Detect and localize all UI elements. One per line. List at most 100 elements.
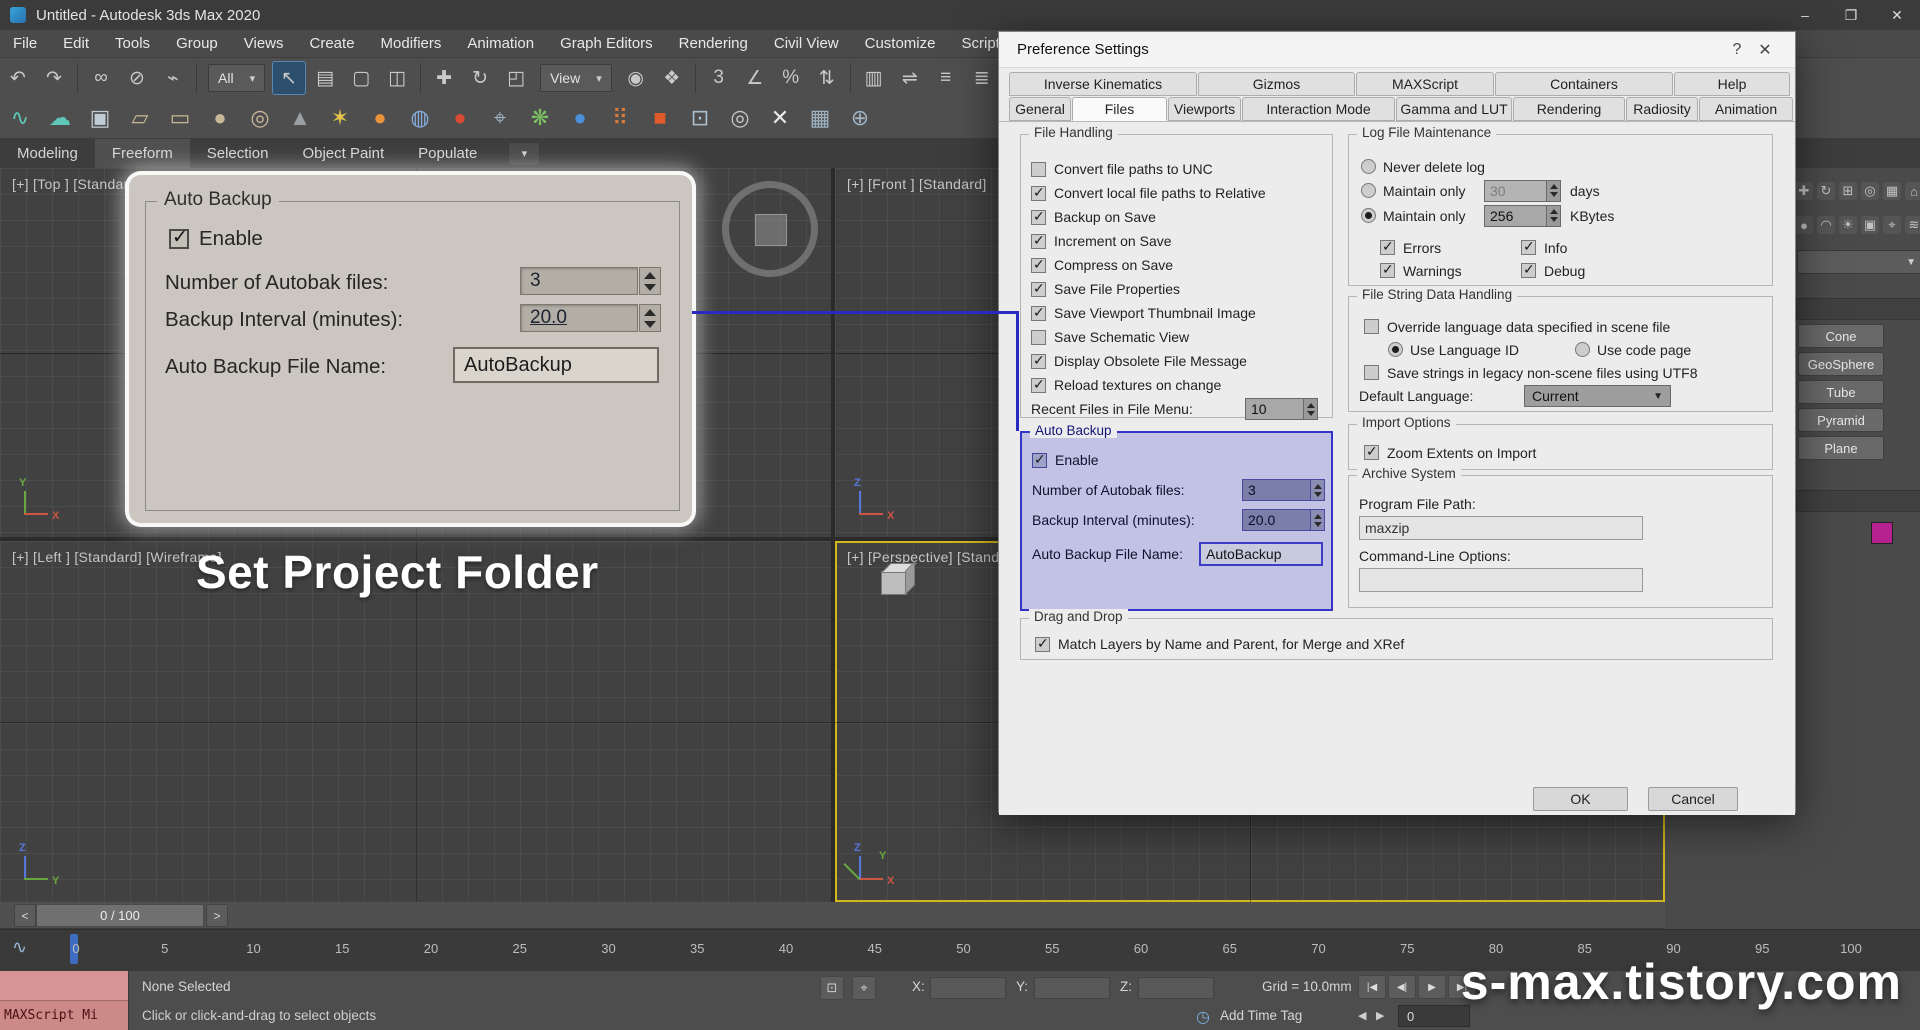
helpers-category-icon[interactable]: ⌖ [1883,216,1901,234]
primitive-type-dropdown[interactable]: ▼ [1797,250,1920,274]
dialog-tab-radiosity[interactable]: Radiosity [1626,97,1698,121]
maintain-kbytes-spinner[interactable] [1547,204,1561,227]
menu-views[interactable]: Views [231,30,297,57]
window-crossing-icon[interactable]: ◫ [380,61,414,95]
shapes-category-icon[interactable]: ◠ [1817,216,1835,234]
y-coordinate-field[interactable] [1034,977,1110,999]
mini-curve-editor-icon[interactable]: ∿ [12,937,27,958]
dialog-tab-rendering[interactable]: Rendering [1513,97,1625,121]
maxscript-mini-listener[interactable]: MAXScript Mi [0,971,129,1030]
maintain-kbytes-field[interactable]: 256 [1484,204,1547,227]
playback-button-2[interactable]: ▶ [1418,975,1446,999]
dialog-tab-general[interactable]: General [1009,97,1071,121]
autobak-files-spinner[interactable] [1311,479,1325,501]
ribbon-tab-modeling[interactable]: Modeling [0,139,95,168]
exposure-icon[interactable]: ■ [641,101,679,135]
info-tool-icon[interactable]: ⊕ [841,101,879,135]
star-shape-icon[interactable]: ✶ [321,101,359,135]
space-warps-category-icon[interactable]: ≋ [1905,216,1920,234]
cone-primitive-icon[interactable]: ▲ [281,101,319,135]
current-frame-field[interactable]: 0 [1398,1005,1470,1027]
maximize-button[interactable]: ❐ [1828,0,1874,30]
monitor-icon[interactable]: ⊡ [681,101,719,135]
menu-customize[interactable]: Customize [852,30,949,57]
command-line-options-field[interactable] [1359,568,1643,592]
recent-files-spinner[interactable] [1304,398,1318,420]
menu-file[interactable]: File [0,30,50,57]
selection-filter-dropdown[interactable]: All ▾ [208,64,266,92]
plane-primitive-icon[interactable]: ▱ [121,101,159,135]
zoom-extents-checkbox[interactable] [1364,443,1379,460]
object-type-cone[interactable]: Cone [1798,324,1884,348]
geometry-category-icon[interactable]: ● [1795,216,1813,234]
viewport-left-label[interactable]: [+] [Left ] [Standard] [Wireframe] [12,549,222,565]
color-dots-icon[interactable]: ⠿ [601,101,639,135]
glossy-sphere-icon[interactable]: ● [561,101,599,135]
save-file-properties-checkbox[interactable] [1031,280,1046,297]
scene-explorer-icon[interactable]: ≣ [965,61,999,95]
backup-on-save-checkbox[interactable] [1031,208,1046,225]
close-button[interactable]: ✕ [1874,0,1920,30]
minimize-button[interactable]: – [1782,0,1828,30]
reference-coordinate-dropdown[interactable]: View ▾ [540,64,612,92]
time-slider-grip[interactable]: 0 / 100 [36,904,204,927]
next-frame-button[interactable]: > [206,904,228,927]
dialog-tab-animation[interactable]: Animation [1699,97,1793,121]
backup-interval-field[interactable]: 20.0 [520,304,638,332]
debug-checkbox[interactable] [1521,261,1536,278]
isolate-selection-icon[interactable]: ⊡ [820,976,844,1000]
menu-modifiers[interactable]: Modifiers [368,30,455,57]
select-by-name-icon[interactable]: ▤ [308,61,342,95]
info-checkbox[interactable] [1521,238,1536,255]
object-type-pyramid[interactable]: Pyramid [1798,408,1884,432]
save-viewport-thumbnail-image-checkbox[interactable] [1031,304,1046,321]
relax-brush-icon[interactable]: ∿ [1,101,39,135]
ribbon-tab-object-paint[interactable]: Object Paint [285,139,401,168]
display-obsolete-file-message-checkbox[interactable] [1031,352,1046,369]
autobak-files-field[interactable]: 3 [520,267,638,295]
omni-light-icon[interactable]: ● [361,101,399,135]
close-x-icon[interactable]: ✕ [761,101,799,135]
ok-button[interactable]: OK [1533,787,1628,811]
ribbon-minimize-icon[interactable]: ▾ [508,141,541,166]
autobak-files-spinner[interactable] [639,267,661,295]
playback-button-0[interactable]: |◀ [1358,975,1386,999]
previous-frame-button[interactable]: < [14,904,36,927]
rectangular-selection-icon[interactable]: ▢ [344,61,378,95]
dialog-tab-inverse-kinematics[interactable]: Inverse Kinematics [1009,72,1197,96]
select-and-rotate-icon[interactable]: ↻ [463,61,497,95]
select-and-scale-icon[interactable]: ◰ [499,61,533,95]
x-coordinate-field[interactable] [930,977,1006,999]
dialog-tab-gizmos[interactable]: Gizmos [1198,72,1355,96]
maxscript-listener-pink-row[interactable] [0,971,128,1001]
playback-button-1[interactable]: ◀| [1388,975,1416,999]
maxscript-listener-label[interactable]: MAXScript Mi [0,1001,128,1030]
create-tab-icon[interactable]: ✚ [1795,182,1813,200]
dialog-help-button[interactable]: ? [1723,41,1751,59]
viewport-front-label[interactable]: [+] [Front ] [Standard] [847,176,987,192]
redo-icon[interactable]: ↷ [37,61,71,95]
mirror-icon[interactable]: ⇌ [893,61,927,95]
cancel-button[interactable]: Cancel [1648,787,1738,811]
dialog-tab-interaction-mode[interactable]: Interaction Mode [1242,97,1395,121]
never-delete-log-radio[interactable] [1361,159,1376,174]
maintain-days-radio[interactable] [1361,183,1376,198]
align-icon[interactable]: ≡ [929,61,963,95]
menu-create[interactable]: Create [297,30,368,57]
menu-civil-view[interactable]: Civil View [761,30,852,57]
object-color-swatch[interactable] [1871,522,1893,544]
snap-toggle-icon[interactable]: 3 [702,61,736,95]
dialog-tab-maxscript[interactable]: MAXScript [1356,72,1494,96]
ribbon-tab-populate[interactable]: Populate [401,139,494,168]
use-pivot-point-icon[interactable]: ◉ [619,61,653,95]
spinner-snap-icon[interactable]: ⇅ [810,61,844,95]
compress-on-save-checkbox[interactable] [1031,256,1046,273]
autobak-files-field[interactable]: 3 [1242,479,1311,501]
z-coordinate-field[interactable] [1138,977,1214,999]
maintain-days-field[interactable]: 30 [1484,179,1547,202]
dialog-tab-files[interactable]: Files [1072,97,1167,121]
use-code-page-radio[interactable] [1575,342,1590,357]
object-type-rollout-header[interactable] [1796,298,1920,320]
menu-graph-editors[interactable]: Graph Editors [547,30,666,57]
snapshot-icon[interactable]: ▣ [81,101,119,135]
